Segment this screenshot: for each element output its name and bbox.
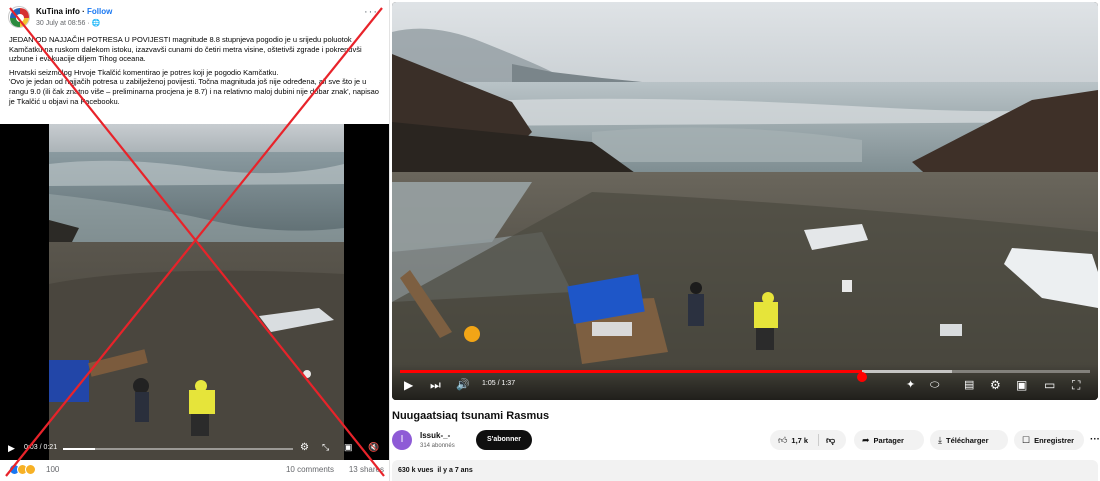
settings-icon[interactable]: ⚙	[990, 378, 1001, 392]
video-time: 1:05 / 1:37	[482, 380, 516, 387]
save-button[interactable]: ☐ Enregistrer	[1014, 430, 1084, 450]
settings-icon[interactable]: ⚙	[300, 442, 309, 453]
youtube-player[interactable]: ▶ ⏭ 🔊 1:05 / 1:37 ✦ ⬭ ▤ ⚙ ▣ ▭ ⛶	[392, 2, 1098, 400]
page-name-line: KuTina info · Follow	[36, 7, 112, 16]
post-paragraph: 'Ovo je jedan od najjačih potresa u zabi…	[9, 77, 379, 106]
expand-icon[interactable]: ⤡	[322, 442, 329, 453]
video-progress-fill	[63, 448, 96, 450]
bookmark-icon: ☐	[1022, 435, 1031, 445]
miniplayer-icon[interactable]: ▣	[1016, 378, 1027, 392]
subscriber-count: 314 abonnés	[420, 443, 455, 449]
download-icon: ⤓	[938, 435, 942, 445]
facebook-post: KuTina info · Follow 30 July at 08:56 · …	[0, 0, 390, 481]
progress-bar[interactable]	[400, 370, 1090, 382]
thumbs-down-icon: 👎︎	[826, 435, 836, 445]
post-date-line: 30 July at 08:56 · 🌐	[36, 19, 100, 27]
played-bar	[400, 370, 863, 373]
post-video-player[interactable]: ▶ 0:03 / 0:21 ⚙ ⤡ ▣ 🔇	[0, 124, 389, 460]
channel-avatar[interactable]: I	[392, 430, 412, 450]
video-still-image	[49, 124, 344, 460]
description-box[interactable]: 630 k vues il y a 7 ans	[392, 460, 1098, 481]
comparison-screenshot: KuTina info · Follow 30 July at 08:56 · …	[0, 0, 1100, 481]
dislike-button[interactable]: 👎︎	[826, 430, 835, 450]
next-icon[interactable]: ⏭	[430, 378, 441, 392]
fullscreen-icon[interactable]: ⛶	[1072, 378, 1080, 392]
thumbs-up-icon: 👍︎	[778, 435, 788, 445]
video-frame	[49, 124, 344, 460]
like-button[interactable]: 👍︎ 1,7 k	[778, 430, 808, 451]
like-dislike-group: 👍︎ 1,7 k 👎︎	[770, 430, 846, 450]
volume-icon[interactable]: 🔇	[368, 442, 379, 453]
volume-icon[interactable]: 🔊	[456, 378, 470, 392]
reactions-summary[interactable]	[9, 464, 39, 476]
name-separator: ·	[79, 7, 87, 16]
upload-age: il y a 7 ans	[437, 467, 473, 474]
download-button[interactable]: ⤓ Télécharger	[930, 430, 1008, 450]
scrubber-handle[interactable]	[857, 372, 868, 382]
post-text: JEDAN OD NAJJAČIH POTRESA U POVIJESTI ma…	[9, 35, 385, 110]
video-title: Nuugaatsiaq tsunami Rasmus	[392, 410, 550, 422]
post-date[interactable]: 30 July at 08:56 ·	[36, 20, 90, 27]
share-button[interactable]: ➦ Partager	[854, 430, 924, 450]
post-engagement-bar: 100 10 comments 13 shares	[0, 460, 389, 481]
player-controls: ▶ ⏭ 🔊 1:05 / 1:37 ✦ ⬭ ▤ ⚙ ▣ ▭ ⛶	[392, 364, 1098, 400]
wow-reaction-icon	[25, 464, 36, 475]
save-label: Enregistrer	[1034, 436, 1075, 445]
comments-count[interactable]: 10 comments	[286, 465, 334, 474]
video-scrubber[interactable]	[63, 448, 293, 450]
post-header: KuTina info · Follow 30 July at 08:56 · …	[8, 6, 382, 30]
post-options-button[interactable]: ···	[364, 6, 378, 18]
video-still-image	[392, 2, 1098, 400]
subscribe-button[interactable]: S'abonner	[476, 430, 532, 450]
play-icon[interactable]: ▶	[404, 378, 413, 392]
view-and-age: 630 k vues il y a 7 ans	[398, 467, 473, 474]
channel-name[interactable]: Issuk-_-	[420, 431, 450, 440]
subtitles-icon[interactable]: ▤	[964, 378, 974, 392]
share-label: Partager	[873, 436, 904, 445]
video-controls: ▶ 0:03 / 0:21 ⚙ ⤡ ▣ 🔇	[0, 438, 389, 460]
like-divider	[818, 434, 819, 446]
follow-link[interactable]: Follow	[87, 7, 112, 16]
post-paragraph: JEDAN OD NAJJAČIH POTRESA U POVIJESTI ma…	[9, 35, 362, 64]
post-paragraph: Hrvatski seizmolog Hrvoje Tkalčić koment…	[9, 67, 279, 77]
share-icon: ➦	[862, 435, 870, 445]
autoplay-toggle-icon[interactable]: ⬭	[930, 378, 939, 392]
youtube-video-page: ▶ ⏭ 🔊 1:05 / 1:37 ✦ ⬭ ▤ ⚙ ▣ ▭ ⛶ Nuugaats…	[392, 0, 1100, 481]
view-count: 630 k vues	[398, 467, 434, 474]
picture-in-picture-icon[interactable]: ▣	[344, 442, 353, 453]
more-actions-button[interactable]: ···	[1090, 430, 1100, 450]
reaction-count[interactable]: 100	[46, 465, 59, 474]
page-logo-icon	[10, 8, 29, 27]
play-icon[interactable]: ▶	[8, 443, 15, 454]
video-time: 0:03 / 0:21	[24, 444, 58, 451]
globe-icon: 🌐	[91, 20, 101, 27]
theater-mode-icon[interactable]: ▭	[1044, 378, 1055, 392]
download-label: Télécharger	[945, 436, 989, 445]
autoplay-sparkle-icon[interactable]: ✦	[906, 378, 915, 392]
like-count: 1,7 k	[791, 436, 809, 445]
page-avatar[interactable]	[8, 6, 30, 28]
page-name[interactable]: KuTina info	[36, 7, 80, 16]
shares-count[interactable]: 13 shares	[349, 465, 384, 474]
